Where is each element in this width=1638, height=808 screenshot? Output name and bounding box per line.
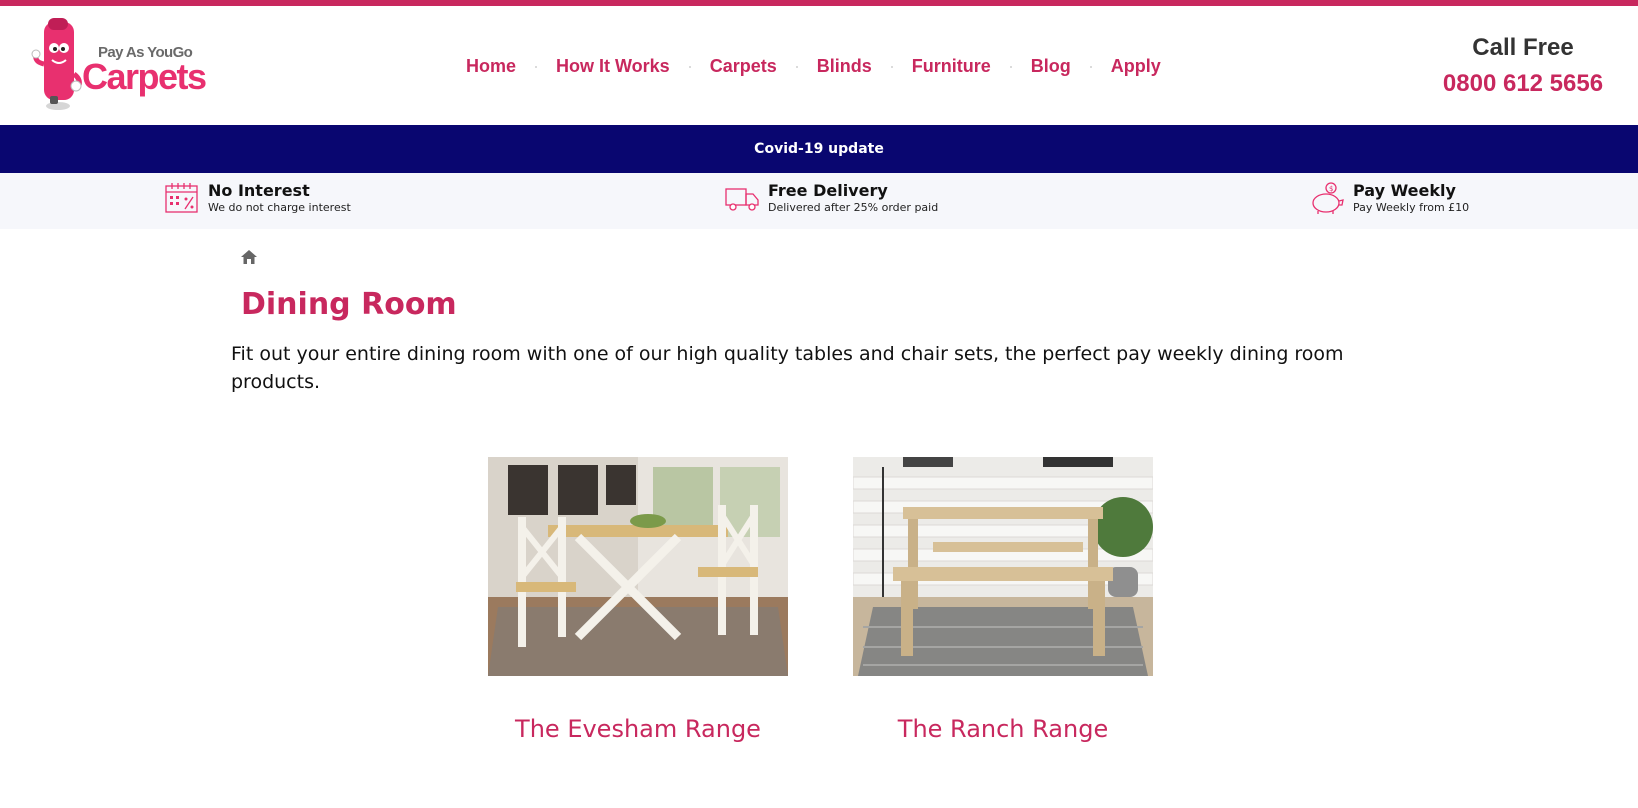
nav-separator xyxy=(688,65,691,68)
dining-set-photo xyxy=(853,457,1153,676)
product-image[interactable] xyxy=(853,457,1153,676)
feature-title: Free Delivery xyxy=(768,181,888,200)
covid-update-link[interactable]: Covid-19 update xyxy=(754,141,884,157)
svg-text:$: $ xyxy=(1329,185,1333,193)
main-nav: Home How It Works Carpets Blinds Furnitu… xyxy=(466,56,1161,77)
call-free-label: Call Free xyxy=(1472,34,1574,61)
product-card-evesham[interactable]: The Evesham Range xyxy=(488,457,788,743)
nav-how-it-works[interactable]: How It Works xyxy=(556,56,670,77)
product-name[interactable]: The Ranch Range xyxy=(853,715,1153,743)
nav-blinds[interactable]: Blinds xyxy=(817,56,872,77)
piggy-bank-icon: $ xyxy=(1312,182,1344,214)
feature-title: Pay Weekly xyxy=(1353,181,1456,200)
nav-home[interactable]: Home xyxy=(466,56,516,77)
feature-subtitle: Pay Weekly from £10 xyxy=(1353,201,1470,214)
feature-strip: No Interest We do not charge interest Fr… xyxy=(0,173,1638,229)
nav-separator xyxy=(1009,65,1012,68)
page-title: Dining Room xyxy=(241,287,457,322)
feature-no-interest: No Interest We do not charge interest xyxy=(164,181,351,215)
nav-blog[interactable]: Blog xyxy=(1031,56,1071,77)
nav-separator xyxy=(1089,65,1092,68)
nav-furniture[interactable]: Furniture xyxy=(912,56,991,77)
calendar-percent-icon xyxy=(165,183,198,213)
product-image[interactable] xyxy=(488,457,788,676)
site-logo[interactable]: Pay As YouGo Carpets xyxy=(30,14,220,114)
dining-set-photo xyxy=(488,457,788,676)
site-header: Pay As YouGo Carpets Home How It Works C… xyxy=(0,6,1638,125)
product-card-ranch[interactable]: The Ranch Range xyxy=(853,457,1153,743)
feature-pay-weekly: $ Pay Weekly Pay Weekly from £10 xyxy=(1309,181,1469,215)
delivery-truck-icon xyxy=(725,188,759,211)
call-free-block: Call Free 0800 612 5656 xyxy=(1433,34,1613,98)
page-intro: Fit out your entire dining room with one… xyxy=(231,343,1344,393)
covid-banner: Covid-19 update xyxy=(0,125,1638,173)
nav-carpets[interactable]: Carpets xyxy=(710,56,777,77)
nav-separator xyxy=(890,65,893,68)
nav-separator xyxy=(535,65,538,68)
logo-wordmark: Carpets xyxy=(82,56,207,97)
nav-separator xyxy=(795,65,798,68)
nav-apply[interactable]: Apply xyxy=(1111,56,1161,77)
feature-subtitle: Delivered after 25% order paid xyxy=(768,201,939,214)
product-name[interactable]: The Evesham Range xyxy=(488,715,788,743)
phone-number-link[interactable]: 0800 612 5656 xyxy=(1433,70,1613,98)
feature-subtitle: We do not charge interest xyxy=(208,201,351,214)
feature-free-delivery: Free Delivery Delivered after 25% order … xyxy=(724,181,938,215)
home-icon[interactable] xyxy=(240,249,258,265)
feature-title: No Interest xyxy=(208,181,310,200)
